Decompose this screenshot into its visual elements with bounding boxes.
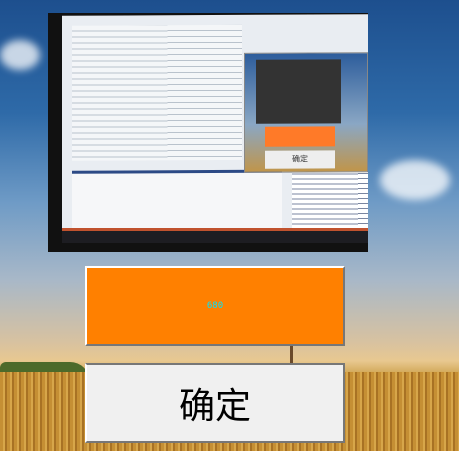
taskbar (62, 228, 368, 243)
app-window-thumbnail: 确定 (244, 52, 368, 173)
nested-preview (256, 59, 341, 124)
code-editor (72, 24, 242, 161)
value-display[interactable]: 680 (85, 266, 345, 346)
nested-confirm: 确定 (265, 150, 335, 169)
cloud (0, 40, 40, 70)
confirm-label: 确定 (178, 386, 251, 427)
value-text: 680 (206, 301, 224, 311)
confirm-button[interactable]: 确定 (85, 363, 345, 443)
nested-orange (265, 126, 335, 147)
camera-preview-image: 确定 (48, 13, 368, 252)
pole (290, 346, 293, 364)
photographed-screen: 确定 (62, 14, 368, 241)
cloud (380, 160, 450, 200)
output-panel (72, 169, 282, 234)
debug-output (292, 169, 368, 230)
